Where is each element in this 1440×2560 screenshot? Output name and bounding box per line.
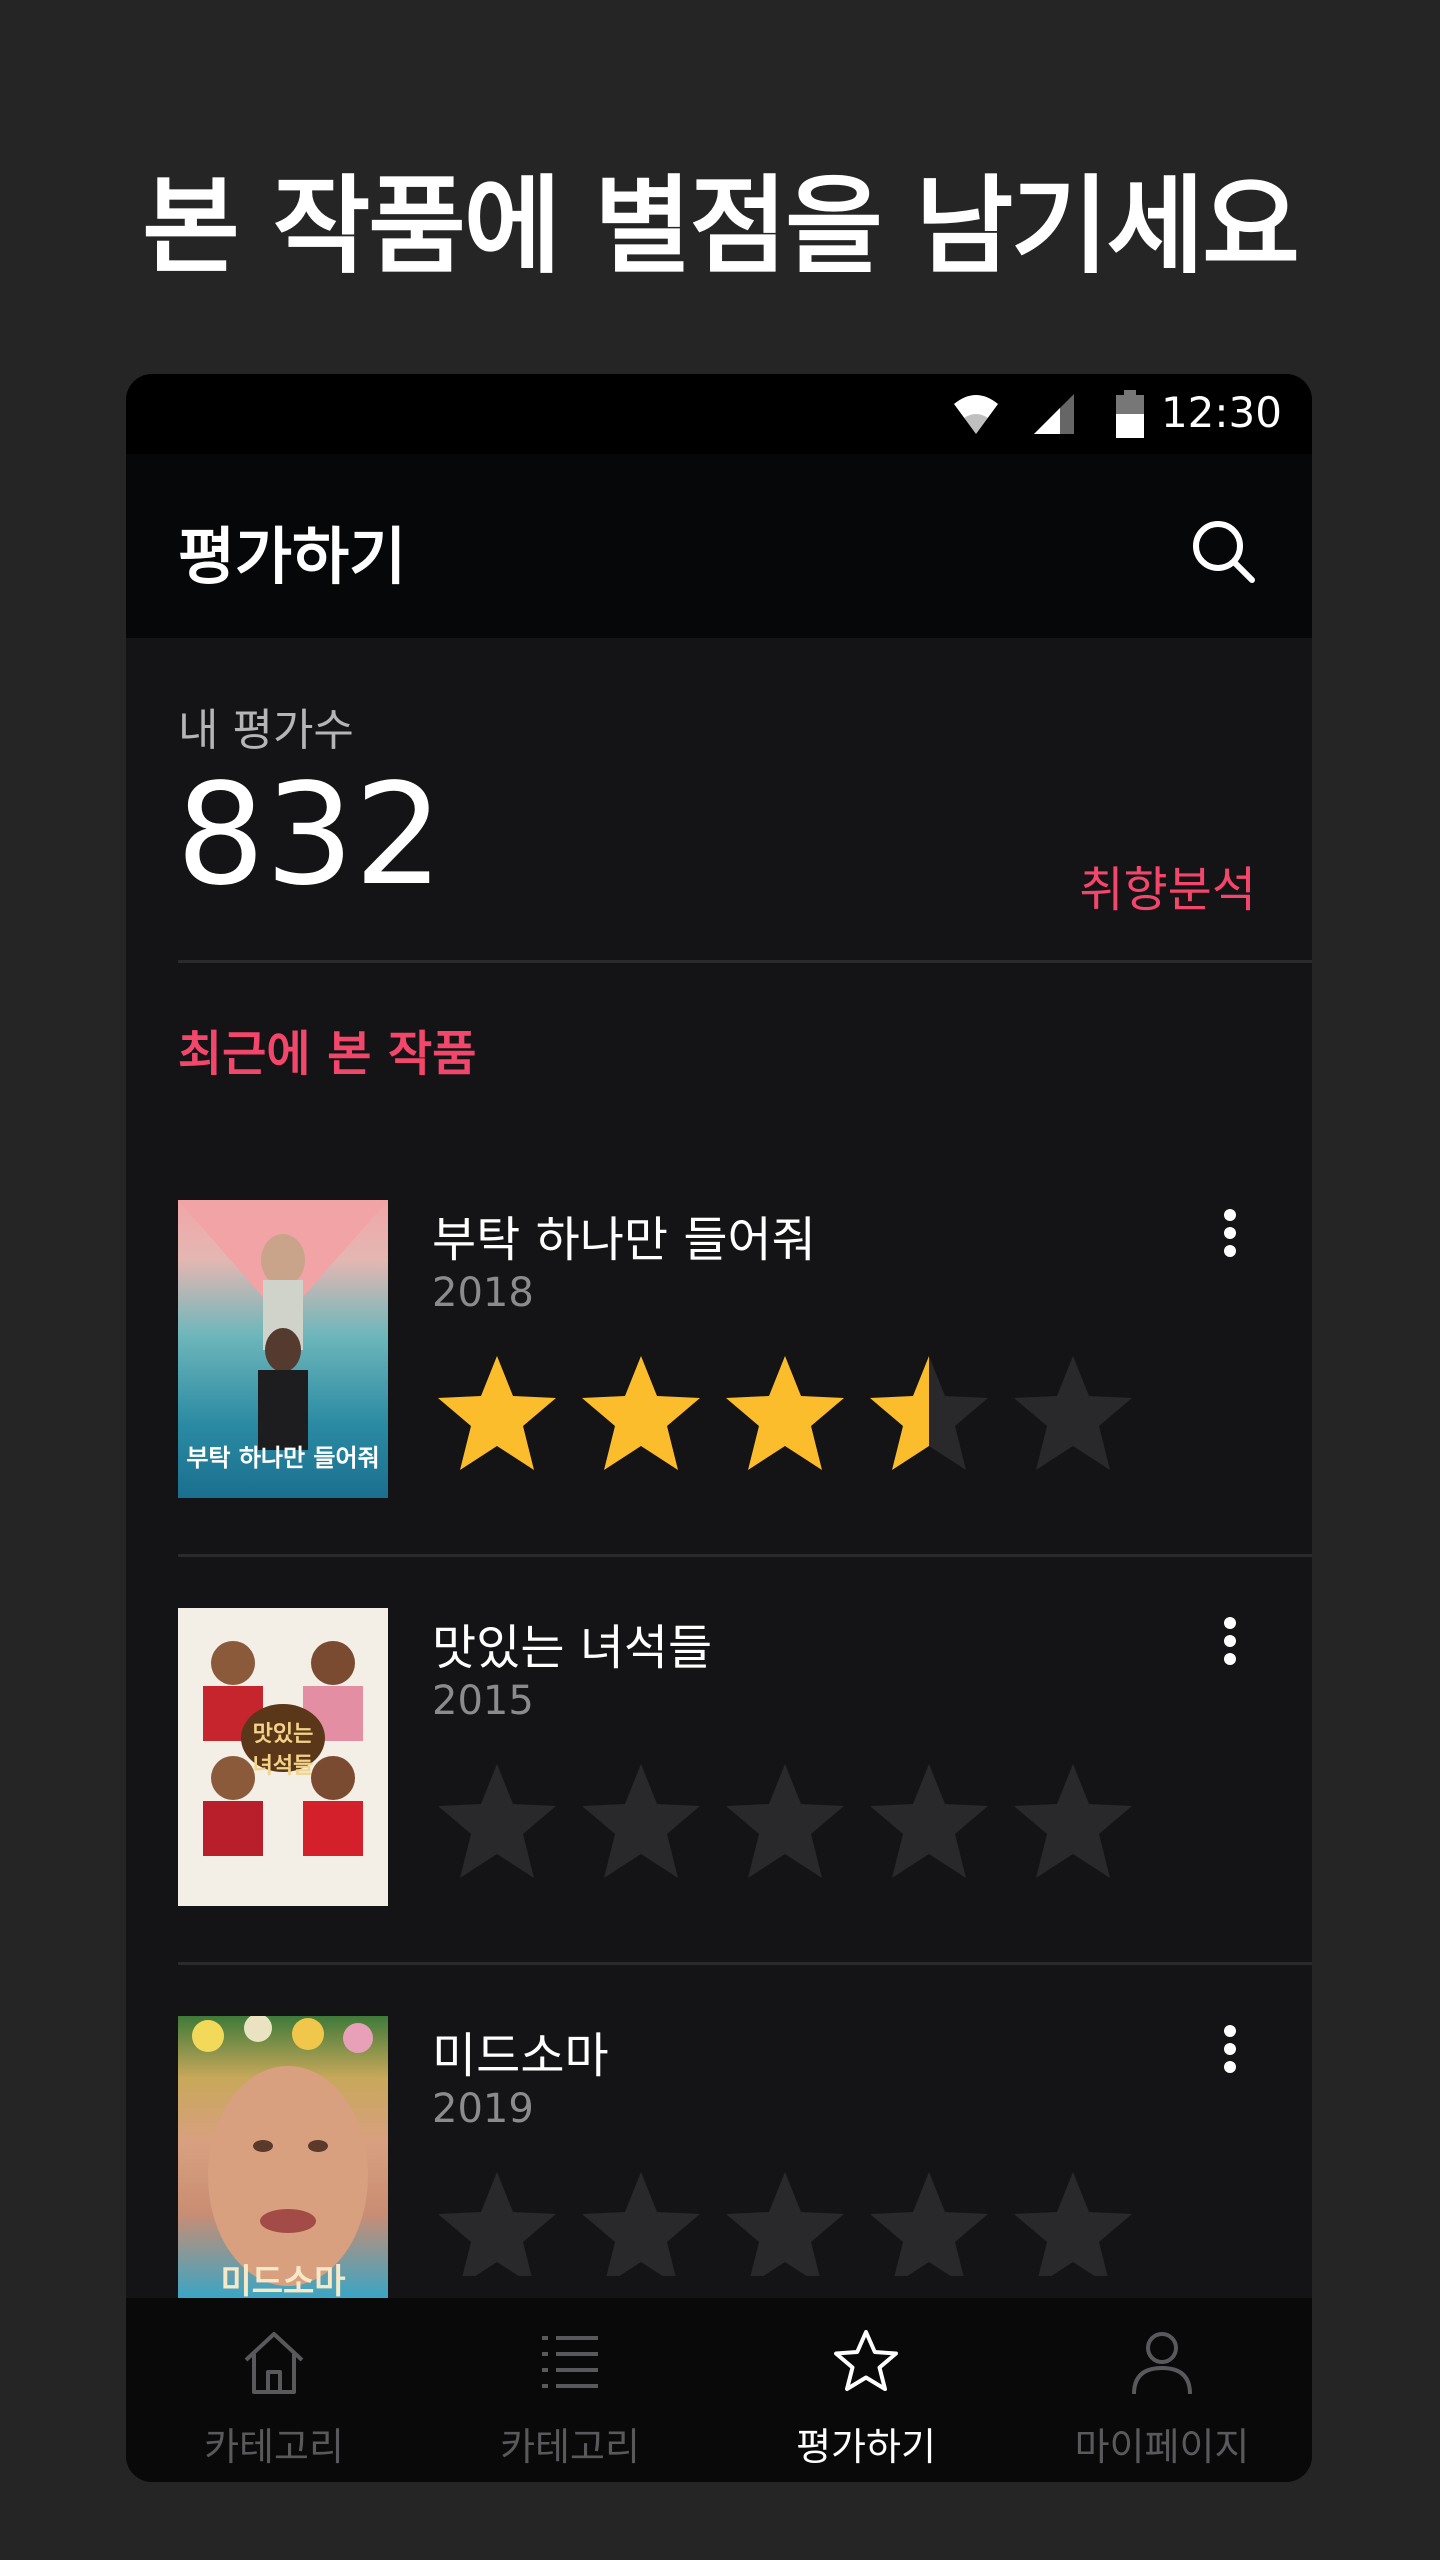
star-empty-icon[interactable]: [720, 1758, 850, 1888]
star-filled-icon[interactable]: [720, 1350, 850, 1480]
person-icon: [1132, 2332, 1192, 2395]
star-rating[interactable]: [432, 2166, 1132, 2276]
star-filled-icon[interactable]: [576, 1350, 706, 1480]
poster-image[interactable]: 맛있는 녀석들: [178, 1608, 388, 1906]
app-bar: 평가하기: [126, 454, 1312, 638]
star-empty-icon[interactable]: [864, 2166, 994, 2276]
star-empty-icon[interactable]: [576, 1758, 706, 1888]
wifi-icon: [954, 395, 998, 434]
nav-item-mypage[interactable]: 마이페이지: [1014, 2298, 1310, 2482]
poster-image[interactable]: 부탁 하나만 들어줘: [178, 1200, 388, 1498]
star-empty-icon[interactable]: [864, 1758, 994, 1888]
movie-year: 2018: [432, 1270, 534, 1316]
star-rating[interactable]: [432, 1350, 1132, 1490]
star-rating[interactable]: [432, 1758, 1132, 1898]
star-half-icon[interactable]: [864, 1350, 994, 1480]
list-icon: [542, 2336, 598, 2388]
star-empty-icon[interactable]: [1008, 2166, 1132, 2276]
star-empty-icon[interactable]: [432, 2166, 562, 2276]
poster-image[interactable]: 미드소마: [178, 2016, 388, 2298]
star-empty-icon[interactable]: [1008, 1350, 1138, 1480]
movie-year: 2015: [432, 1678, 534, 1724]
clock: 12:30: [1160, 388, 1282, 437]
more-options-icon[interactable]: [1222, 1616, 1238, 1666]
taste-analysis-link[interactable]: 취향분석: [1079, 850, 1256, 920]
search-icon[interactable]: [1190, 518, 1256, 584]
movie-year: 2019: [432, 2086, 534, 2132]
rating-count-value: 832: [176, 754, 444, 917]
page-title: 평가하기: [178, 520, 407, 593]
star-filled-icon[interactable]: [432, 1350, 562, 1480]
movie-title: 맛있는 녀석들: [432, 1620, 713, 1676]
signal-icon: [1034, 394, 1074, 434]
battery-icon: [1116, 390, 1144, 438]
nav-item-list[interactable]: 카테고리: [422, 2298, 718, 2482]
recent-section-title: 최근에 본 작품: [178, 1026, 477, 1082]
divider: [178, 1554, 1312, 1557]
star-empty-icon[interactable]: [1008, 1758, 1138, 1888]
list-item[interactable]: 맛있는 녀석들 맛있는 녀석들 2015: [126, 1608, 1312, 2016]
star-empty-icon[interactable]: [720, 2166, 850, 2276]
phone-frame: 12:30 평가하기 내 평가수 832 취향분석 최근에 본 작품 부탁 하나…: [126, 374, 1312, 2482]
nav-label: 마이페이지: [1074, 2425, 1250, 2469]
list-item[interactable]: 부탁 하나만 들어줘 부탁 하나만 들어줘 2018: [126, 1200, 1312, 1608]
rating-count-label: 내 평가수: [178, 705, 354, 756]
bottom-nav: 카테고리 카테고리 평가하기 마이페이지: [126, 2298, 1312, 2482]
status-bar: 12:30: [126, 374, 1312, 454]
star-icon: [834, 2330, 898, 2391]
poster-caption: 맛있는 녀석들: [252, 1722, 314, 1779]
more-options-icon[interactable]: [1222, 1208, 1238, 1258]
nav-item-rate[interactable]: 평가하기: [718, 2298, 1014, 2482]
home-icon: [244, 2332, 304, 2394]
nav-label: 평가하기: [796, 2425, 936, 2469]
divider: [178, 960, 1312, 963]
poster-caption: 미드소마: [220, 2262, 346, 2298]
nav-label: 카테고리: [500, 2425, 640, 2469]
headline: 본 작품에 별점을 남기세요: [142, 165, 1299, 288]
star-empty-icon[interactable]: [432, 1758, 562, 1888]
nav-label: 카테고리: [204, 2425, 344, 2469]
movie-title: 부탁 하나만 들어줘: [432, 1212, 816, 1268]
divider: [178, 1962, 1312, 1965]
poster-caption: 부탁 하나만 들어줘: [186, 1444, 380, 1472]
movie-title: 미드소마: [432, 2028, 609, 2084]
star-empty-icon[interactable]: [576, 2166, 706, 2276]
more-options-icon[interactable]: [1222, 2024, 1238, 2074]
nav-item-category[interactable]: 카테고리: [126, 2298, 422, 2482]
